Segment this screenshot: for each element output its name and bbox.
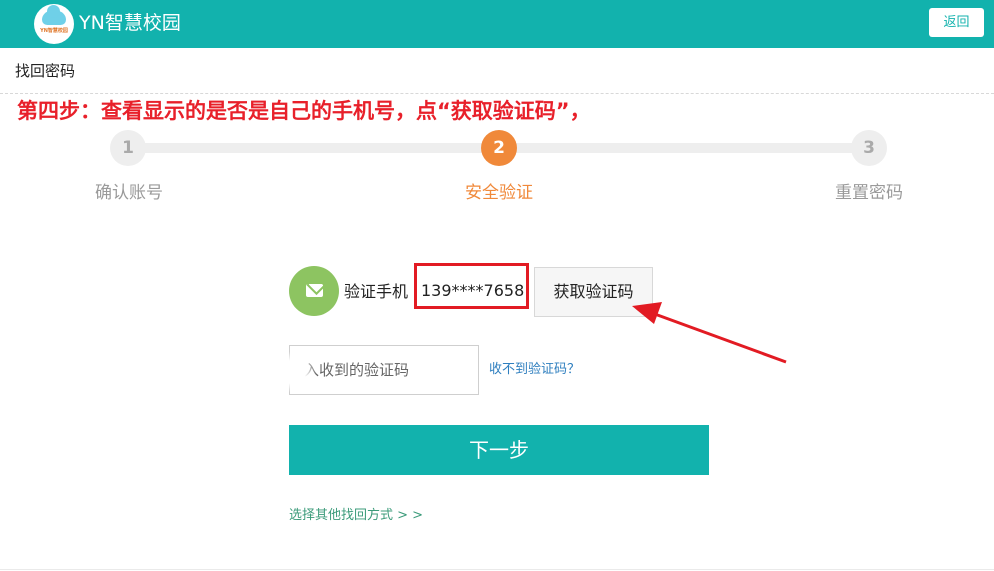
bottom-divider [0,569,994,570]
annotation-fade-overlay [640,95,970,129]
top-header-bar: YN智慧校园 YN智慧校园 返回 [0,0,994,48]
step-2-label: 安全验证 [465,183,533,203]
step-3-circle: 3 [851,130,887,166]
logo-text: YN智慧校园 [40,28,68,34]
title-divider [0,93,994,94]
other-recovery-methods-link[interactable]: 选择其他找回方式 > > [289,507,423,525]
input-smudge-overlay [268,352,316,392]
cloud-icon [42,5,66,25]
verify-phone-label: 验证手机 [344,282,409,301]
step-2-circle: 2 [481,130,517,166]
page-title: 找回密码 [15,62,76,80]
mail-icon [306,284,323,297]
step-1-circle: 1 [110,130,146,166]
school-logo: YN智慧校园 [34,4,74,44]
tutorial-annotation: 第四步：查看显示的是否是自己的手机号，点“获取验证码”， [17,99,591,123]
phone-highlight-box [414,263,529,309]
verification-code-input[interactable]: 入收到的验证码 [289,345,479,395]
code-not-received-link[interactable]: 收不到验证码？ [489,361,580,379]
next-step-button[interactable]: 下一步 [289,425,709,475]
arrow-shaft [651,311,787,364]
back-button[interactable]: 返回 [929,8,984,37]
step-3-label: 重置密码 [835,183,903,203]
app-title: YN智慧校园 [79,12,181,34]
get-code-button[interactable]: 获取验证码 [534,267,653,317]
mail-badge [289,266,339,316]
step-1-label: 确认账号 [95,183,163,203]
